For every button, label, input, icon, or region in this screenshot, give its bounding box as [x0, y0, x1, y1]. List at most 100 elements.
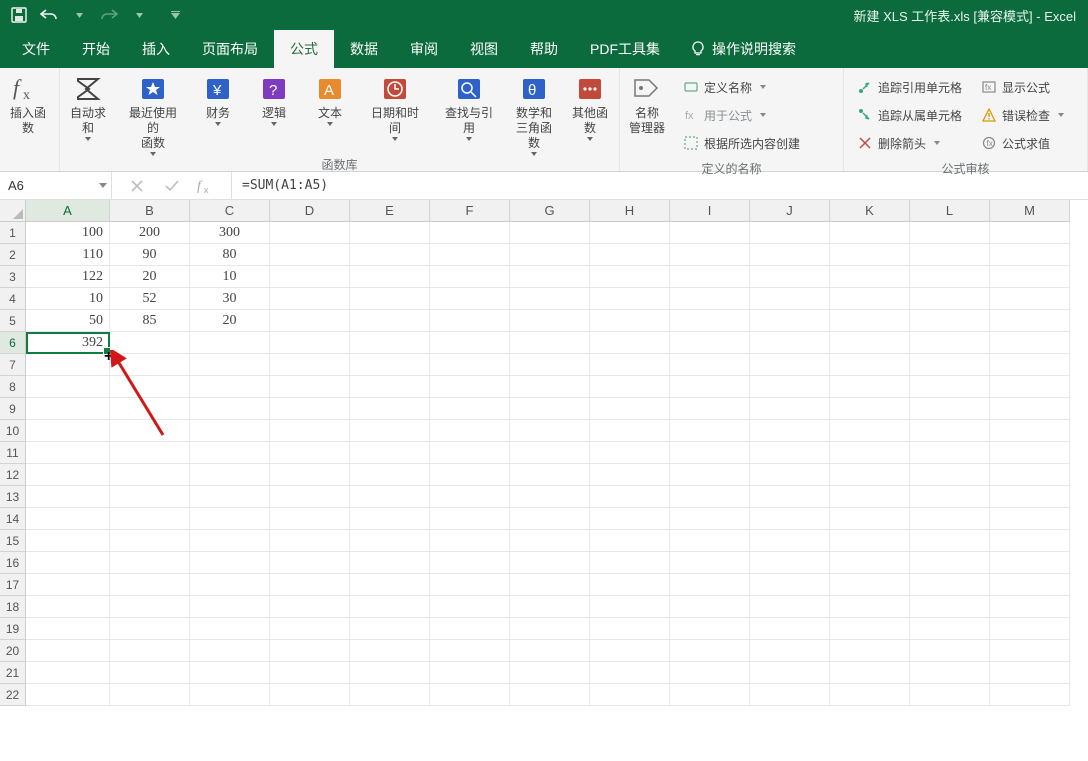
save-icon[interactable] [10, 6, 28, 24]
cell-B7[interactable] [110, 354, 190, 376]
cell-G17[interactable] [510, 574, 590, 596]
insert-function-button[interactable]: fx 插入函数 [0, 70, 56, 136]
cell-E12[interactable] [350, 464, 430, 486]
cell-E2[interactable] [350, 244, 430, 266]
text-button[interactable]: A 文本 [302, 70, 358, 126]
cell-L9[interactable] [910, 398, 990, 420]
cell-G13[interactable] [510, 486, 590, 508]
evaluate-formula-button[interactable]: fx 公式求值 [982, 132, 1064, 154]
cell-I20[interactable] [670, 640, 750, 662]
redo-icon[interactable] [100, 6, 118, 24]
cell-H6[interactable] [590, 332, 670, 354]
cell-L1[interactable] [910, 222, 990, 244]
trace-dependents-button[interactable]: 追踪从属单元格 [858, 104, 962, 126]
cell-B16[interactable] [110, 552, 190, 574]
cell-D12[interactable] [270, 464, 350, 486]
cell-E17[interactable] [350, 574, 430, 596]
cell-C3[interactable]: 10 [190, 266, 270, 288]
tab-file[interactable]: 文件 [6, 30, 66, 68]
row-header-18[interactable]: 18 [0, 596, 25, 618]
cell-J19[interactable] [750, 618, 830, 640]
cell-I2[interactable] [670, 244, 750, 266]
cell-L4[interactable] [910, 288, 990, 310]
cell-A16[interactable] [26, 552, 110, 574]
cell-J16[interactable] [750, 552, 830, 574]
cell-J6[interactable] [750, 332, 830, 354]
cell-I5[interactable] [670, 310, 750, 332]
spreadsheet-grid[interactable]: A B C D E F G H I J K L M 1 2 3 4 5 6 7 … [0, 200, 1088, 761]
cell-E13[interactable] [350, 486, 430, 508]
cell-E20[interactable] [350, 640, 430, 662]
cell-K11[interactable] [830, 442, 910, 464]
cell-E9[interactable] [350, 398, 430, 420]
cell-M2[interactable] [990, 244, 1070, 266]
cell-G2[interactable] [510, 244, 590, 266]
cell-M17[interactable] [990, 574, 1070, 596]
cell-J8[interactable] [750, 376, 830, 398]
column-header-E[interactable]: E [350, 200, 430, 221]
cell-J11[interactable] [750, 442, 830, 464]
cell-I6[interactable] [670, 332, 750, 354]
cell-I19[interactable] [670, 618, 750, 640]
autosum-button[interactable]: 自动求和 [60, 70, 116, 141]
cell-F16[interactable] [430, 552, 510, 574]
cell-I14[interactable] [670, 508, 750, 530]
row-header-13[interactable]: 13 [0, 486, 25, 508]
cell-J2[interactable] [750, 244, 830, 266]
cell-G19[interactable] [510, 618, 590, 640]
cell-H20[interactable] [590, 640, 670, 662]
cell-A5[interactable]: 50 [26, 310, 110, 332]
cell-G8[interactable] [510, 376, 590, 398]
tab-view[interactable]: 视图 [454, 30, 514, 68]
cell-B13[interactable] [110, 486, 190, 508]
undo-dropdown-icon[interactable] [70, 6, 88, 24]
cell-A20[interactable] [26, 640, 110, 662]
cell-A15[interactable] [26, 530, 110, 552]
cell-L11[interactable] [910, 442, 990, 464]
cell-G1[interactable] [510, 222, 590, 244]
row-header-16[interactable]: 16 [0, 552, 25, 574]
cell-F12[interactable] [430, 464, 510, 486]
row-header-6[interactable]: 6 [0, 332, 25, 354]
tab-pdf[interactable]: PDF工具集 [574, 30, 676, 68]
cell-H14[interactable] [590, 508, 670, 530]
cell-B22[interactable] [110, 684, 190, 706]
cell-F6[interactable] [430, 332, 510, 354]
cell-F17[interactable] [430, 574, 510, 596]
cancel-formula-button[interactable] [127, 176, 147, 196]
cell-M8[interactable] [990, 376, 1070, 398]
cell-J22[interactable] [750, 684, 830, 706]
cell-L19[interactable] [910, 618, 990, 640]
cell-I11[interactable] [670, 442, 750, 464]
cell-D6[interactable] [270, 332, 350, 354]
cell-C11[interactable] [190, 442, 270, 464]
row-header-2[interactable]: 2 [0, 244, 25, 266]
cell-L20[interactable] [910, 640, 990, 662]
cell-A9[interactable] [26, 398, 110, 420]
cell-D2[interactable] [270, 244, 350, 266]
cell-D22[interactable] [270, 684, 350, 706]
cell-F14[interactable] [430, 508, 510, 530]
cell-C18[interactable] [190, 596, 270, 618]
tab-data[interactable]: 数据 [334, 30, 394, 68]
cell-B11[interactable] [110, 442, 190, 464]
cell-G22[interactable] [510, 684, 590, 706]
cell-B10[interactable] [110, 420, 190, 442]
cell-C21[interactable] [190, 662, 270, 684]
cell-D20[interactable] [270, 640, 350, 662]
cell-D15[interactable] [270, 530, 350, 552]
cell-E19[interactable] [350, 618, 430, 640]
cell-I15[interactable] [670, 530, 750, 552]
cell-L8[interactable] [910, 376, 990, 398]
cell-C17[interactable] [190, 574, 270, 596]
row-header-3[interactable]: 3 [0, 266, 25, 288]
cell-C5[interactable]: 20 [190, 310, 270, 332]
cell-M15[interactable] [990, 530, 1070, 552]
row-header-14[interactable]: 14 [0, 508, 25, 530]
cell-I7[interactable] [670, 354, 750, 376]
row-header-15[interactable]: 15 [0, 530, 25, 552]
row-header-7[interactable]: 7 [0, 354, 25, 376]
cell-E22[interactable] [350, 684, 430, 706]
cell-A13[interactable] [26, 486, 110, 508]
cell-E11[interactable] [350, 442, 430, 464]
